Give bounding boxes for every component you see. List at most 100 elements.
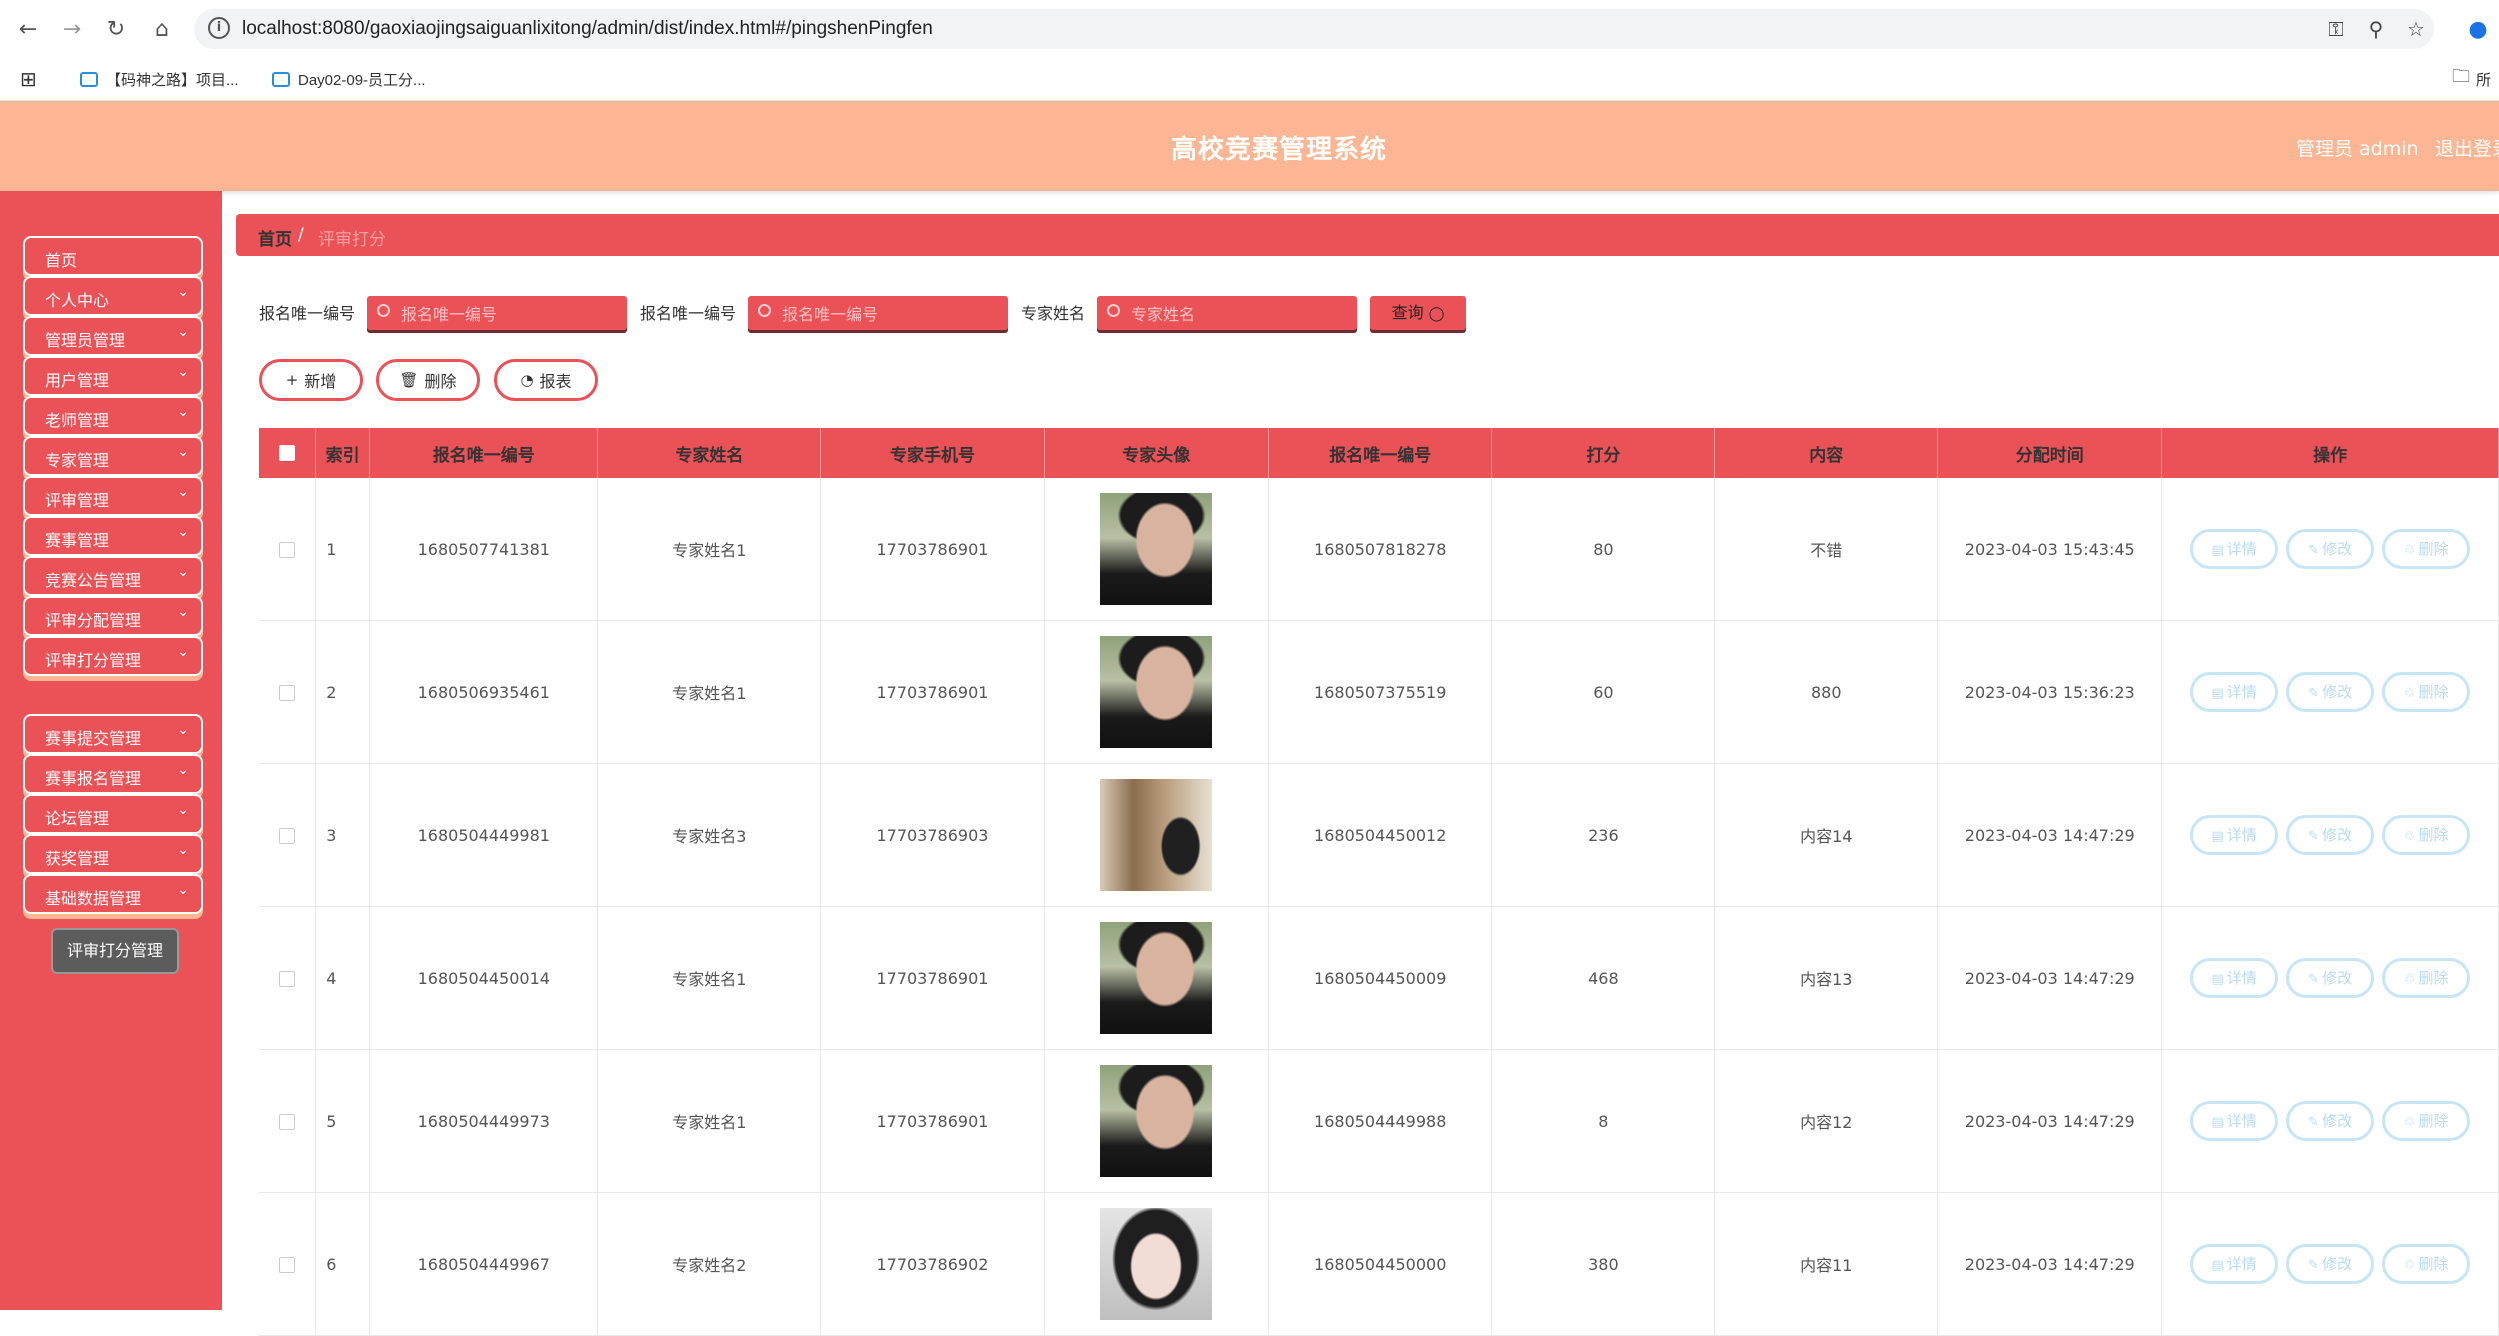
detail-button[interactable]: ▤ 详情 <box>2190 1101 2279 1141</box>
table-row: 3 1680504449981 专家姓名3 17703786903 1680504450… <box>259 763 2499 907</box>
row-checkbox[interactable] <box>279 685 296 701</box>
row-select-cell[interactable] <box>259 620 317 764</box>
back-icon[interactable]: ← <box>12 13 44 45</box>
detail-button[interactable]: ▤ 详情 <box>2190 1244 2279 1284</box>
row-delete-button[interactable]: ♲ 删除 <box>2382 529 2471 569</box>
row-select-cell[interactable] <box>259 1049 317 1193</box>
row-delete-button[interactable]: ♲ 删除 <box>2382 672 2471 712</box>
row-action-label: 删除 <box>2418 1255 2449 1273</box>
address-bar[interactable]: i localhost:8080/gaoxiaojingsaiguanlixit… <box>194 9 2434 49</box>
delete-button[interactable]: 🗑 删除 <box>376 359 480 401</box>
row-delete-button[interactable]: ♲ 删除 <box>2382 815 2471 855</box>
sidebar-menu-item[interactable]: 评审分配管理 ⌄ <box>23 596 203 636</box>
row-select-cell[interactable] <box>259 763 317 907</box>
trash-icon: ♲ <box>2403 972 2416 987</box>
zoom-icon[interactable]: ⚲ <box>2362 15 2390 43</box>
column-header: 索引 <box>315 428 371 478</box>
sidebar-menu-item[interactable]: 个人中心 ⌄ <box>23 276 203 316</box>
all-bookmarks-folder[interactable]: 🗀 所 <box>2452 66 2491 91</box>
column-header: 分配时间 <box>1937 428 2163 478</box>
cell-expert-name: 专家姓名1 <box>597 478 822 621</box>
signup-no-field[interactable] <box>399 302 623 326</box>
profile-icon[interactable]: ● <box>2462 13 2494 45</box>
forward-icon[interactable]: → <box>56 13 88 45</box>
edit-button[interactable]: ✎ 修改 <box>2286 529 2375 569</box>
row-delete-button[interactable]: ♲ 删除 <box>2382 1244 2471 1284</box>
trash-icon: ♲ <box>2403 1115 2416 1130</box>
detail-button[interactable]: ▤ 详情 <box>2190 672 2279 712</box>
select-all-checkbox[interactable] <box>279 445 296 461</box>
sidebar-menu-item[interactable]: 获奖管理 ⌄ <box>23 834 203 874</box>
add-label: 新增 <box>304 372 337 391</box>
detail-button[interactable]: ▤ 详情 <box>2190 815 2279 855</box>
avatar-cell <box>1044 906 1269 1050</box>
cell-time: 2023-04-03 14:47:29 <box>1937 906 2163 1050</box>
bookmark-item[interactable]: Day02-09-员工分... <box>272 67 426 91</box>
bookmark-star-icon[interactable]: ☆ <box>2402 15 2430 43</box>
home-icon[interactable]: ⌂ <box>146 13 178 45</box>
sidebar-menu-item[interactable]: 论坛管理 ⌄ <box>23 794 203 834</box>
row-delete-button[interactable]: ♲ 删除 <box>2382 958 2471 998</box>
row-actions-cell: ▤ 详情 ✎ 修改 ♲ 删除 <box>2161 478 2499 621</box>
expert-name-field[interactable] <box>1129 302 1353 326</box>
cell-content: 不错 <box>1714 478 1939 621</box>
sidebar-menu-item[interactable]: 评审打分管理 ⌄ <box>23 636 203 676</box>
signup-no-field-2[interactable] <box>780 302 1004 326</box>
sidebar-menu-item[interactable]: 用户管理 ⌄ <box>23 356 203 396</box>
edit-button[interactable]: ✎ 修改 <box>2286 672 2375 712</box>
query-button[interactable]: 查询 ◯ <box>1370 296 1466 330</box>
sidebar-menu-item[interactable]: 赛事提交管理 ⌄ <box>23 714 203 754</box>
sidebar-menu-item[interactable]: 专家管理 ⌄ <box>23 436 203 476</box>
row-select-cell[interactable] <box>259 478 317 621</box>
trash-icon: ♲ <box>2403 829 2416 844</box>
row-action-label: 详情 <box>2226 826 2257 844</box>
row-action-label: 修改 <box>2322 1112 2353 1130</box>
add-button[interactable]: + 新增 <box>259 359 363 401</box>
cell-expert-name: 专家姓名1 <box>597 620 822 764</box>
cell-score: 380 <box>1491 1192 1716 1336</box>
logout-link[interactable]: 退出登录 <box>2435 134 2499 161</box>
sidebar-menu-item[interactable]: 赛事报名管理 ⌄ <box>23 754 203 794</box>
detail-button[interactable]: ▤ 详情 <box>2190 958 2279 998</box>
bookmark-label: 【码神之路】项目... <box>106 71 239 89</box>
row-delete-button[interactable]: ♲ 删除 <box>2382 1101 2471 1141</box>
row-checkbox[interactable] <box>279 971 296 987</box>
row-action-label: 修改 <box>2322 969 2353 987</box>
column-header: 内容 <box>1714 428 1939 478</box>
sidebar-menu-item[interactable]: 管理员管理 ⌄ <box>23 316 203 356</box>
expert-avatar-image <box>1100 779 1213 891</box>
edit-button[interactable]: ✎ 修改 <box>2286 1244 2375 1284</box>
sidebar-menu-item[interactable]: 老师管理 ⌄ <box>23 396 203 436</box>
detail-button[interactable]: ▤ 详情 <box>2190 529 2279 569</box>
reload-icon[interactable]: ↻ <box>100 13 132 45</box>
search-input-signup-no-2[interactable] <box>748 296 1008 330</box>
select-all-cell[interactable] <box>259 428 317 478</box>
row-checkbox[interactable] <box>279 1114 296 1130</box>
apps-grid-icon[interactable]: ⊞ <box>20 67 37 91</box>
edit-button[interactable]: ✎ 修改 <box>2286 815 2375 855</box>
site-info-icon[interactable]: i <box>208 17 230 39</box>
submenu-item-active[interactable]: 评审打分管理 <box>51 928 179 974</box>
edit-button[interactable]: ✎ 修改 <box>2286 1101 2375 1141</box>
search-input-expert-name[interactable] <box>1097 296 1357 330</box>
edit-button[interactable]: ✎ 修改 <box>2286 958 2375 998</box>
sidebar: 首页 个人中心 ⌄ 管理员管理 ⌄ 用户管理 ⌄ 老师管理 ⌄ 专家管理 ⌄ 评审管理 ⌄ 赛事管理 ⌄ 竞赛… <box>0 191 222 1310</box>
row-checkbox[interactable] <box>279 1257 296 1273</box>
sidebar-menu-item[interactable]: 基础数据管理 ⌄ <box>23 874 203 914</box>
avatar-cell <box>1044 1192 1269 1336</box>
row-checkbox[interactable] <box>279 828 296 844</box>
sidebar-menu-item[interactable]: 首页 <box>23 236 203 276</box>
search-input-signup-no[interactable] <box>367 296 627 330</box>
row-checkbox[interactable] <box>279 542 296 558</box>
sidebar-item-label: 基础数据管理 <box>45 889 142 908</box>
sidebar-menu-item[interactable]: 竞赛公告管理 ⌄ <box>23 556 203 596</box>
row-select-cell[interactable] <box>259 906 317 1050</box>
sidebar-menu-item[interactable]: 赛事管理 ⌄ <box>23 516 203 556</box>
url-text[interactable]: localhost:8080/gaoxiaojingsaiguanlixiton… <box>242 18 933 40</box>
report-button[interactable]: ◔ 报表 <box>494 359 598 401</box>
password-key-icon[interactable]: ⚿ <box>2322 15 2350 43</box>
breadcrumb-home[interactable]: 首页 <box>258 225 292 250</box>
bookmark-item[interactable]: 【码神之路】项目... <box>80 67 239 91</box>
sidebar-menu-item[interactable]: 评审管理 ⌄ <box>23 476 203 516</box>
row-select-cell[interactable] <box>259 1192 317 1336</box>
